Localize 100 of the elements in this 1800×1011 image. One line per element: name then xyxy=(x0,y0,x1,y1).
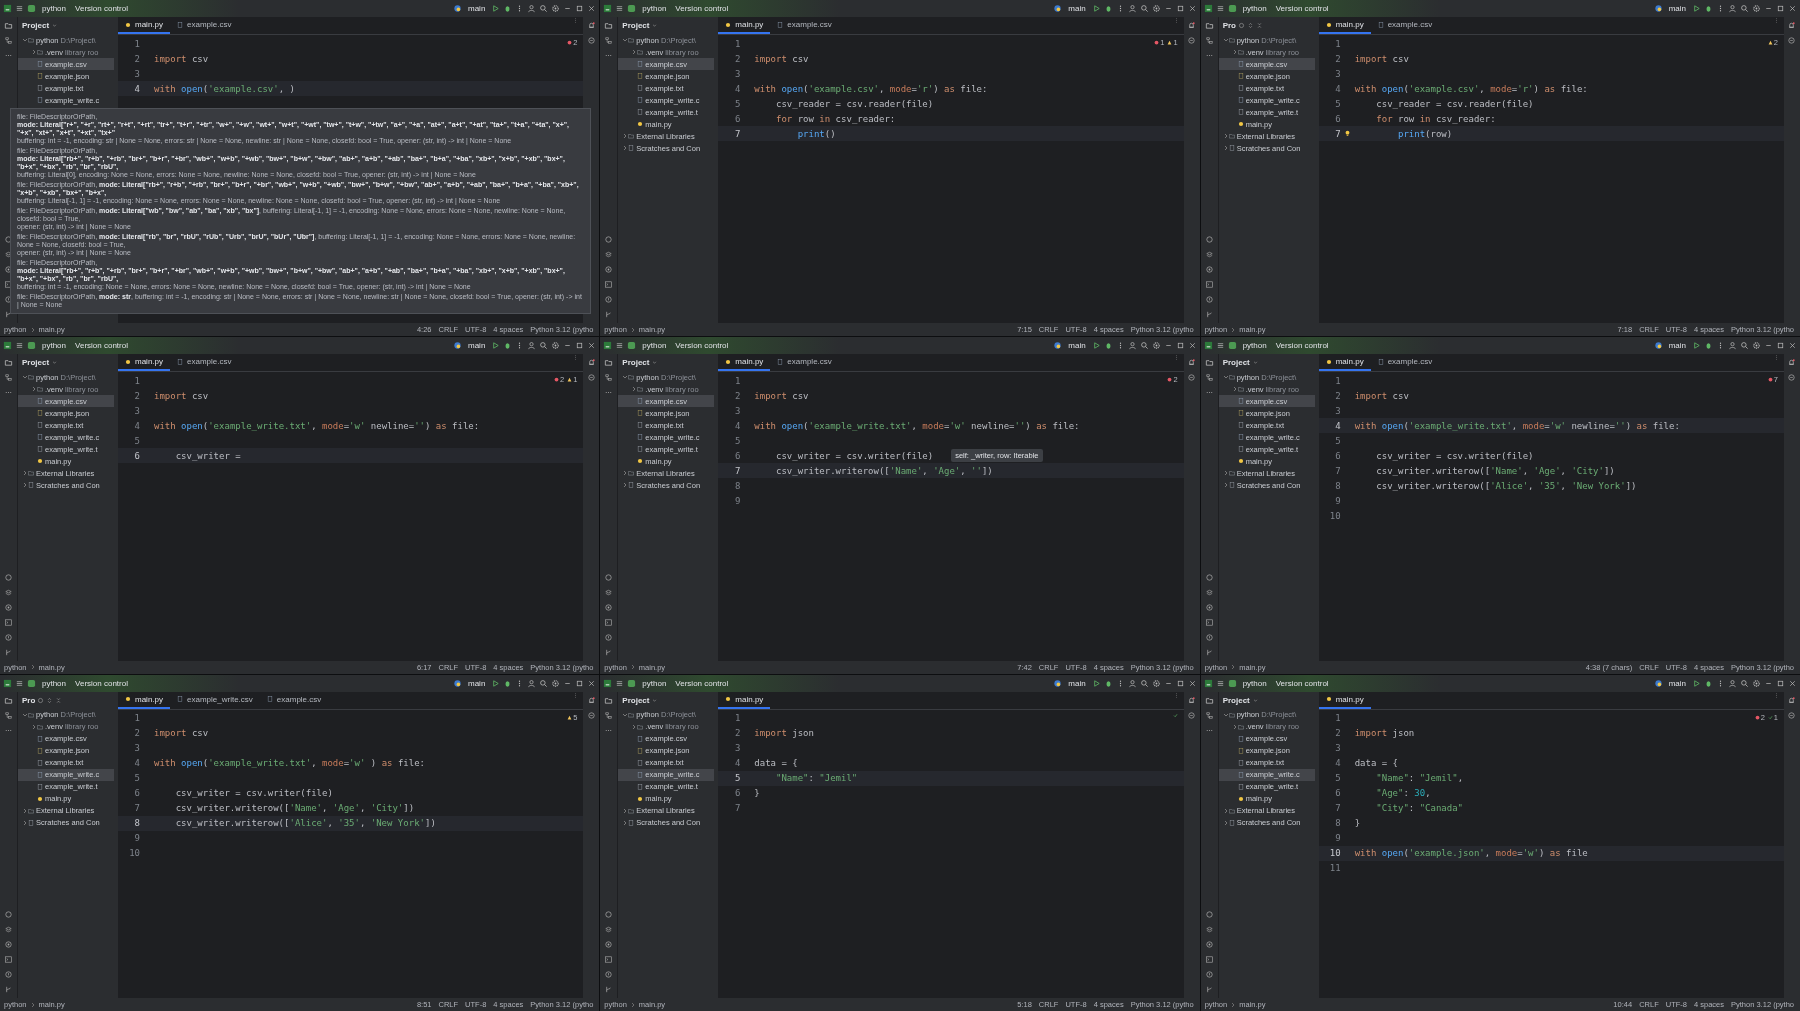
pane-title[interactable]: Project xyxy=(622,695,650,705)
editor-tab[interactable]: main.py xyxy=(1318,17,1371,34)
project-name[interactable]: python xyxy=(639,4,670,13)
run-config-selector[interactable]: main xyxy=(1665,4,1689,13)
project-name[interactable]: python xyxy=(639,341,670,351)
editor-tab[interactable]: example.csv xyxy=(259,691,329,709)
code-line: import csv xyxy=(154,728,209,739)
line-number: 3 xyxy=(1334,68,1341,79)
line-number: 3 xyxy=(133,405,140,416)
run-config-selector[interactable]: main xyxy=(465,678,489,688)
code-line: csv_writer.writerow(['Alice', '35', 'New York']) xyxy=(1375,480,1637,491)
code-line: for row in csv_reader: xyxy=(1375,113,1496,124)
run-config-selector[interactable]: main xyxy=(1665,678,1689,688)
editor-tab[interactable]: main.py xyxy=(1318,691,1371,709)
pane-title[interactable]: Project xyxy=(1222,358,1250,368)
line-number: 2 xyxy=(133,53,140,64)
editor-tab[interactable]: main.py xyxy=(718,691,771,709)
code-line: csv_writer.writerow(['Name', 'Age', '']) xyxy=(775,465,993,476)
editor-tab[interactable]: main.py xyxy=(718,17,771,34)
editor-tab[interactable]: example.csv xyxy=(1370,354,1440,372)
pane-title[interactable]: Pro xyxy=(1222,21,1236,30)
line-number: 11 xyxy=(1328,863,1341,874)
run-config-selector[interactable]: main xyxy=(1665,341,1689,351)
vcs-menu[interactable]: Version control xyxy=(72,4,131,13)
project-name[interactable]: python xyxy=(39,341,70,351)
vcs-menu[interactable]: Version control xyxy=(1272,678,1332,688)
run-config-selector[interactable]: main xyxy=(1065,4,1089,13)
editor-tab[interactable]: example.csv xyxy=(770,17,839,34)
project-name[interactable]: python xyxy=(39,678,70,688)
code-line: import json xyxy=(754,728,814,739)
editor-tab[interactable]: example.csv xyxy=(770,354,839,372)
code-line: import json xyxy=(1354,728,1415,739)
code-line: } xyxy=(754,788,760,799)
vcs-menu[interactable]: Version control xyxy=(72,341,131,351)
line-number: 7 xyxy=(1334,465,1341,476)
line-number: 7 xyxy=(133,803,140,814)
editor-tab[interactable]: example_write.csv xyxy=(170,691,260,709)
code-line: with open('example_write.txt', mode='w' newline='') as file: xyxy=(154,420,480,431)
pane-title[interactable]: Pro xyxy=(22,695,36,705)
project-name[interactable]: python xyxy=(39,4,70,13)
line-number: 1 xyxy=(133,375,140,386)
line-number: 1 xyxy=(733,713,741,724)
editor-tab[interactable]: example.csv xyxy=(170,354,239,372)
editor-tab[interactable]: main.py xyxy=(1318,354,1371,372)
code-line: "Age": 30, xyxy=(1375,788,1431,799)
line-number: 4 xyxy=(1334,83,1341,94)
editor-tab[interactable]: main.py xyxy=(118,354,170,372)
line-number: 4 xyxy=(733,420,741,431)
editor-tab[interactable]: main.py xyxy=(718,354,771,372)
project-name[interactable]: python xyxy=(1239,341,1270,351)
pane-title[interactable]: Project xyxy=(622,21,650,30)
code-line: csv_writer = csv.writer(file) xyxy=(775,450,934,461)
project-name[interactable]: python xyxy=(1239,4,1270,13)
line-number: 5 xyxy=(1334,435,1341,446)
code-line: csv_writer = csv.writer(file) xyxy=(1375,450,1534,461)
run-config-selector[interactable]: main xyxy=(1065,341,1089,351)
pane-title[interactable]: Project xyxy=(1222,695,1250,705)
editor-tab[interactable]: example.csv xyxy=(170,17,239,34)
line-number: 8 xyxy=(733,480,741,491)
line-number: 4 xyxy=(1334,758,1341,769)
code-line: for row in csv_reader: xyxy=(775,113,896,124)
code-line: with open('example.csv', mode='r') as file: xyxy=(754,83,988,94)
vcs-menu[interactable]: Version control xyxy=(1272,341,1332,351)
line-number: 4 xyxy=(1334,420,1341,431)
run-config-selector[interactable]: main xyxy=(465,4,489,13)
code-line: with open('example.csv', ) xyxy=(154,83,295,94)
code-line: } xyxy=(1354,818,1361,829)
line-number: 1 xyxy=(733,38,741,49)
line-number: 7 xyxy=(1334,128,1341,139)
line-number: 9 xyxy=(133,833,140,844)
vcs-menu[interactable]: Version control xyxy=(1272,4,1332,13)
project-name[interactable]: python xyxy=(1239,678,1270,688)
line-number: 2 xyxy=(1334,53,1341,64)
editor-tab[interactable]: main.py xyxy=(118,17,170,34)
code-line: csv_writer.writerow(['Name', 'Age', 'City']) xyxy=(1375,465,1615,476)
line-number: 7 xyxy=(1334,803,1341,814)
vcs-menu[interactable]: Version control xyxy=(672,341,732,351)
line-number: 1 xyxy=(133,713,140,724)
line-number: 5 xyxy=(133,435,140,446)
run-config-selector[interactable]: main xyxy=(1065,678,1089,688)
line-number: 3 xyxy=(1334,405,1341,416)
editor-tab[interactable]: main.py xyxy=(118,691,170,709)
vcs-menu[interactable]: Version control xyxy=(672,4,732,13)
line-number: 8 xyxy=(1334,480,1341,491)
pane-title[interactable]: Project xyxy=(622,358,650,368)
line-number: 7 xyxy=(733,465,741,476)
editor-tab[interactable]: example.csv xyxy=(1370,17,1440,34)
project-name[interactable]: python xyxy=(639,678,670,688)
vcs-menu[interactable]: Version control xyxy=(72,678,131,688)
pane-title[interactable]: Project xyxy=(22,21,50,30)
line-number: 8 xyxy=(1334,818,1341,829)
line-number: 4 xyxy=(133,420,140,431)
line-number: 7 xyxy=(733,128,741,139)
pane-title[interactable]: Project xyxy=(22,358,50,368)
line-number: 2 xyxy=(1334,728,1341,739)
run-config-selector[interactable]: main xyxy=(465,341,489,351)
line-number: 3 xyxy=(133,68,140,79)
code-line: import csv xyxy=(154,390,209,401)
code-line: print(row) xyxy=(1397,128,1453,139)
vcs-menu[interactable]: Version control xyxy=(672,678,732,688)
